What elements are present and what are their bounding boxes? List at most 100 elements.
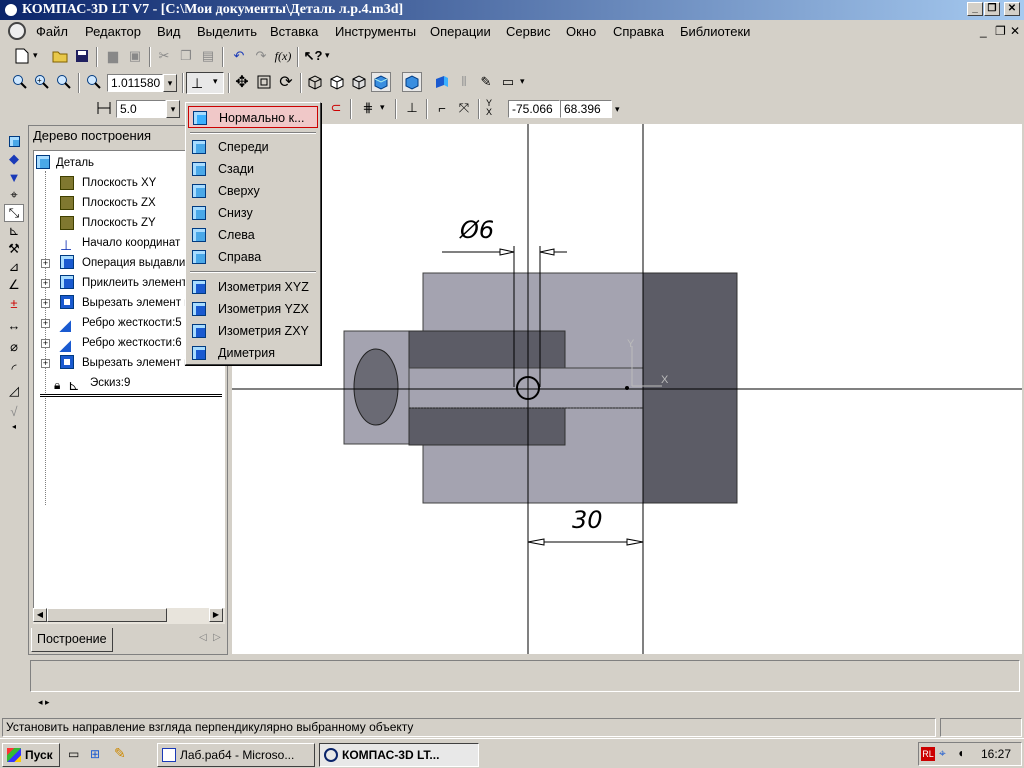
menu-item-back[interactable]: Сзади <box>188 158 318 180</box>
menu-item-normal-to[interactable]: Нормально к... <box>188 106 318 128</box>
tab-construction[interactable]: Построение <box>31 628 113 652</box>
taskbar-word-button[interactable]: Лаб.раб4 - Microso... <box>157 743 315 767</box>
menu-select[interactable]: Выделить <box>197 24 257 39</box>
taskbar-kompas-button[interactable]: КОМПАС-3D LT... <box>319 743 479 767</box>
minimize-button[interactable]: _ <box>967 2 983 16</box>
zoom-out-icon[interactable] <box>54 72 74 92</box>
menu-item-right[interactable]: Справа <box>188 246 318 268</box>
ortho-icon[interactable]: ⌐ <box>432 98 452 118</box>
new-file-icon[interactable] <box>12 46 32 66</box>
menu-edit[interactable]: Редактор <box>85 24 141 39</box>
local-cs-icon[interactable]: ⊥ <box>402 98 422 118</box>
function-icon[interactable]: f(x) <box>273 46 293 66</box>
menu-libraries[interactable]: Библиотеки <box>680 24 750 39</box>
doc-restore-button[interactable]: ❐ <box>995 24 1006 38</box>
help-dropdown-icon[interactable]: ▾ <box>325 50 330 61</box>
pan-icon[interactable]: ✥ <box>232 72 252 92</box>
show-all-icon[interactable] <box>254 72 274 92</box>
kompas-app-icon[interactable] <box>3 2 19 18</box>
menu-item-iso-zxy[interactable]: Изометрия ZXY <box>188 320 318 342</box>
sketch-tool-icon[interactable]: ⊾ <box>4 222 24 240</box>
solid-blue-icon[interactable] <box>432 72 452 92</box>
diameter-icon[interactable]: ⌀ <box>4 338 24 356</box>
expand-icon[interactable]: + <box>41 299 50 308</box>
step-icon[interactable] <box>94 98 114 118</box>
structure-icon[interactable]: ⫴ <box>454 72 474 92</box>
menu-item-left[interactable]: Слева <box>188 224 318 246</box>
dimension-length-label[interactable]: 30 <box>572 506 603 534</box>
angle-icon[interactable]: ∠ <box>4 276 24 294</box>
properties-icon[interactable]: ▭ <box>498 72 518 92</box>
tray-volume-icon[interactable]: ◖ <box>957 746 964 760</box>
zoom-dropdown-button[interactable]: ▾ <box>163 74 177 92</box>
save-icon[interactable] <box>72 46 92 66</box>
redo-icon[interactable]: ↷ <box>251 46 271 66</box>
filter-icon[interactable]: ▼ <box>4 168 24 186</box>
menu-tools[interactable]: Инструменты <box>335 24 416 39</box>
menu-service[interactable]: Сервис <box>506 24 551 39</box>
document-icon[interactable] <box>8 22 26 40</box>
scroll-thumb[interactable] <box>47 608 167 622</box>
menu-item-front[interactable]: Спереди <box>188 136 318 158</box>
language-indicator[interactable]: RL <box>921 747 935 761</box>
wireframe-icon[interactable] <box>305 72 325 92</box>
part-icon[interactable] <box>4 132 24 150</box>
start-button[interactable]: Пуск <box>2 743 60 767</box>
menu-operations[interactable]: Операции <box>430 24 491 39</box>
cursor-icon[interactable]: ⤧ <box>454 98 474 118</box>
orientation-button[interactable]: ⊥ ▾ <box>186 72 224 94</box>
dimension-icon[interactable]: ↔ <box>4 316 24 334</box>
hammer-icon[interactable]: ⚒ <box>4 240 24 258</box>
menu-item-bottom[interactable]: Снизу <box>188 202 318 224</box>
properties-dropdown-icon[interactable]: ▾ <box>520 76 525 87</box>
scroll-left-icon[interactable]: ◀ <box>33 608 47 622</box>
tree-hscrollbar[interactable]: ◀ ▶ <box>33 608 225 624</box>
open-folder-icon[interactable] <box>50 46 70 66</box>
coord-dropdown-icon[interactable]: ▾ <box>615 104 620 115</box>
quicklaunch-network-icon[interactable]: ⊞ <box>90 747 100 761</box>
edit-part-icon[interactable]: ⤡ <box>4 204 24 222</box>
panel-scroll-icon[interactable]: ◂ ▸ <box>38 697 50 708</box>
expand-icon[interactable]: + <box>41 339 50 348</box>
menu-help[interactable]: Справка <box>613 24 664 39</box>
dimension-diameter-label[interactable]: Ø6 <box>460 216 494 244</box>
measure-icon[interactable]: ✎ <box>476 72 496 92</box>
geometry-icon[interactable]: ⌖ <box>4 186 24 204</box>
menu-window[interactable]: Окно <box>566 24 596 39</box>
help-pointer-icon[interactable]: ↖? <box>303 46 323 66</box>
cut-icon[interactable]: ✂ <box>154 46 174 66</box>
menu-item-iso-xyz[interactable]: Изометрия XYZ <box>188 276 318 298</box>
more-tools-icon[interactable]: ◂ <box>4 420 24 432</box>
grid-dropdown-icon[interactable]: ▾ <box>380 102 385 113</box>
step-input[interactable]: 5.0 <box>116 100 166 118</box>
menu-item-top[interactable]: Сверху <box>188 180 318 202</box>
expand-icon[interactable]: + <box>41 279 50 288</box>
close-button[interactable]: ✕ <box>1004 2 1020 16</box>
hidden-lines-icon[interactable] <box>327 72 347 92</box>
tab-next-icon[interactable]: ▷ <box>213 632 221 643</box>
coord-x-input[interactable]: -75.066 <box>508 100 560 118</box>
angular-dim-icon[interactable]: ◿ <box>4 382 24 400</box>
grid-icon[interactable]: ⋕ <box>358 98 378 118</box>
menu-item-iso-yzx[interactable]: Изометрия YZX <box>188 298 318 320</box>
print-icon[interactable]: ▆ <box>103 46 123 66</box>
rotate-icon[interactable]: ⟳ <box>276 72 296 92</box>
radius-icon[interactable]: ◜ <box>4 360 24 378</box>
menu-insert[interactable]: Вставка <box>270 24 318 39</box>
paste-icon[interactable]: ▤ <box>198 46 218 66</box>
line-icon[interactable]: ⊿ <box>4 258 24 276</box>
menu-item-dimetric[interactable]: Диметрия <box>188 342 318 364</box>
quicklaunch-desktop-icon[interactable]: ▭ <box>68 747 79 761</box>
quicklaunch-edit-icon[interactable]: ✎ <box>114 745 126 762</box>
step-dropdown-button[interactable]: ▾ <box>166 100 180 118</box>
doc-close-button[interactable]: ✕ <box>1010 24 1020 38</box>
thin-lines-icon[interactable] <box>349 72 369 92</box>
curves-icon[interactable]: ◆ <box>4 150 24 168</box>
zoom-scale-icon[interactable] <box>84 72 104 92</box>
expand-icon[interactable]: + <box>41 359 50 368</box>
menu-view[interactable]: Вид <box>157 24 181 39</box>
maximize-button[interactable]: ❐ <box>984 2 1000 16</box>
snap-magnet-icon[interactable]: ⊂ <box>326 98 346 118</box>
preview-icon[interactable]: ▣ <box>125 46 145 66</box>
tray-network-icon[interactable]: ⌖ <box>939 746 946 761</box>
